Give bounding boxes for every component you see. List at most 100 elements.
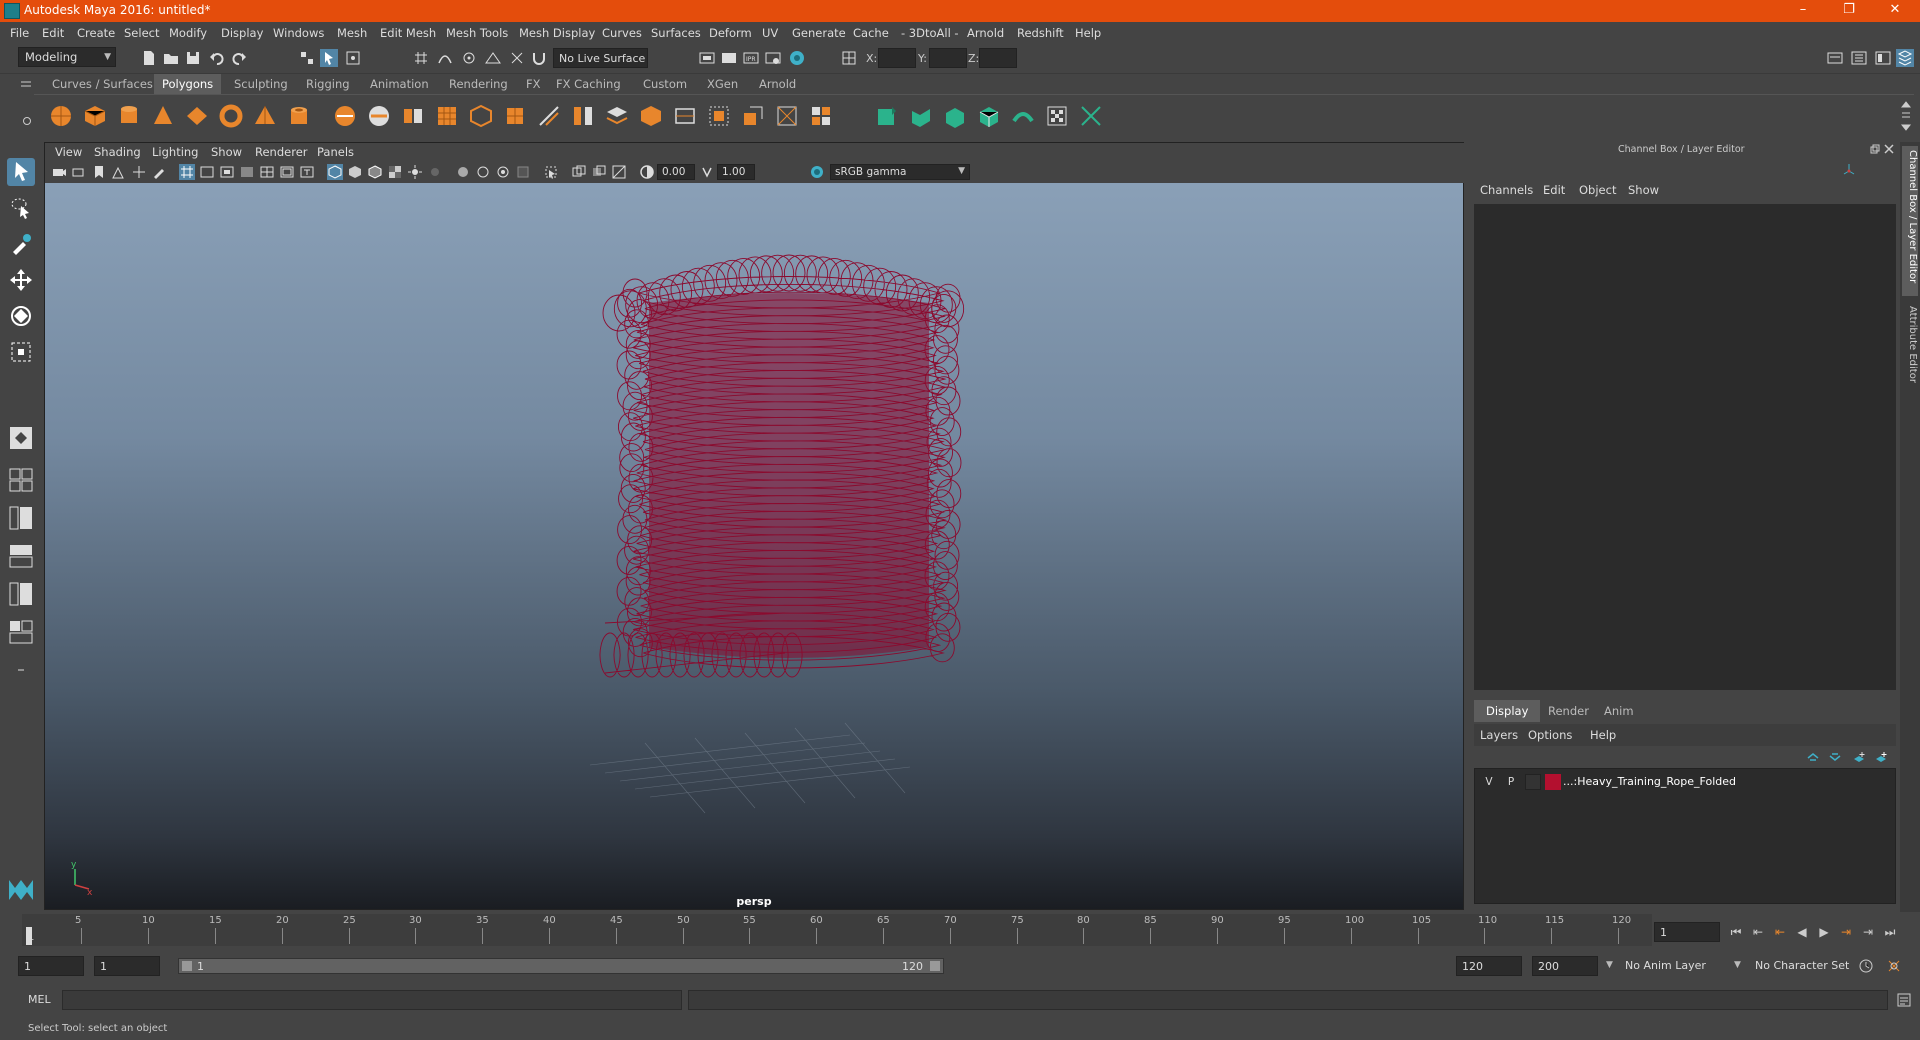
shadows-icon[interactable] (427, 164, 443, 180)
y-field[interactable] (929, 48, 967, 68)
menu-create[interactable]: Create (77, 26, 115, 40)
menu-curves[interactable]: Curves (602, 26, 642, 40)
animation-preferences-icon[interactable] (1886, 958, 1902, 974)
wireframe-on-shaded-icon[interactable] (367, 164, 383, 180)
smooth-icon[interactable] (400, 103, 426, 129)
anti-aliasing-icon[interactable] (495, 164, 511, 180)
menu-3dtoall[interactable]: - 3DtoAll - (901, 26, 959, 40)
vp-menu-lighting[interactable]: Lighting (152, 145, 198, 159)
motion-blur-icon[interactable] (475, 164, 491, 180)
select-object-icon[interactable] (320, 49, 338, 67)
z-field[interactable] (979, 48, 1017, 68)
bridge-icon[interactable] (570, 103, 596, 129)
separate-icon[interactable] (366, 103, 392, 129)
move-tool-icon[interactable] (7, 266, 35, 294)
range-start-handle[interactable] (182, 961, 192, 971)
xray-icon[interactable] (571, 164, 587, 180)
rope-wireframe-mesh[interactable] (599, 254, 965, 678)
extrude-icon[interactable] (502, 103, 528, 129)
tab-rendering[interactable]: Rendering (441, 74, 516, 94)
cb-menu-edit[interactable]: Edit (1543, 183, 1565, 197)
live-surface-field[interactable]: No Live Surface (553, 48, 648, 68)
range-bar[interactable]: 1 120 (178, 958, 944, 974)
vp-menu-renderer[interactable]: Renderer (255, 145, 308, 159)
gamma-icon[interactable] (699, 164, 715, 180)
snap-curve-icon[interactable] (436, 49, 454, 67)
color-management-icon[interactable] (809, 164, 825, 180)
depth-of-field-icon[interactable] (515, 164, 531, 180)
2d-pan-zoom-icon[interactable] (131, 164, 147, 180)
snap-point-icon[interactable] (460, 49, 478, 67)
tab-rigging[interactable]: Rigging (298, 74, 358, 94)
isolate-select-icon[interactable] (543, 164, 559, 180)
viewport-canvas[interactable]: y x persp (45, 183, 1463, 909)
backface-culling-icon[interactable] (611, 164, 627, 180)
chevron-down-icon[interactable]: ▼ (1734, 960, 1741, 970)
tab-display[interactable]: Display (1474, 700, 1541, 722)
textured-icon[interactable] (387, 164, 403, 180)
exposure-field[interactable]: 0.00 (657, 164, 695, 180)
menu-mesh-tools[interactable]: Mesh Tools (446, 26, 508, 40)
cb-menu-object[interactable]: Object (1579, 183, 1616, 197)
bevel-icon[interactable] (604, 103, 630, 129)
exposure-icon[interactable] (639, 164, 655, 180)
menu-file[interactable]: File (10, 26, 29, 40)
select-hierarchy-icon[interactable] (298, 49, 316, 67)
vp-menu-panels[interactable]: Panels (317, 145, 354, 159)
tab-curves-surfaces[interactable]: Curves / Surfaces (44, 74, 161, 94)
menu-display[interactable]: Display (221, 26, 263, 40)
menu-set-select[interactable]: Modeling ▼ (18, 47, 116, 67)
go-to-start-icon[interactable]: ⏮ (1728, 924, 1744, 940)
tab-arnold[interactable]: Arnold (751, 74, 804, 94)
channel-box-body[interactable] (1474, 204, 1896, 690)
color-space-select[interactable]: sRGB gamma ▼ (830, 164, 970, 180)
open-scene-icon[interactable] (162, 49, 180, 67)
ipr-render-icon[interactable]: IPR (742, 49, 760, 67)
gate-mask-icon[interactable] (239, 164, 255, 180)
xray-joints-icon[interactable] (591, 164, 607, 180)
menu-deform[interactable]: Deform (709, 26, 752, 40)
grid-toggle-icon[interactable] (179, 164, 195, 180)
render-frame-icon[interactable] (720, 49, 738, 67)
time-slider[interactable]: 1 5 10 15 20 25 30 35 40 45 50 55 60 65 70 75 80 85 90 95 1… (22, 914, 1652, 946)
paint-select-tool-icon[interactable] (7, 230, 35, 258)
persp-hypershade-layout-icon[interactable] (7, 580, 35, 608)
shelf-scroll[interactable] (1900, 99, 1912, 133)
snap-view-plane-icon[interactable] (484, 49, 502, 67)
tab-anim[interactable]: Anim (1592, 700, 1646, 722)
step-back-key-icon[interactable]: ⇤ (1772, 924, 1788, 940)
cb-menu-channels[interactable]: Channels (1480, 183, 1533, 197)
layer-display-type-toggle[interactable] (1525, 774, 1541, 790)
menu-edit[interactable]: Edit (42, 26, 64, 40)
modeling-toolkit-icon[interactable] (1826, 49, 1844, 67)
undo-icon[interactable] (208, 49, 226, 67)
step-back-icon[interactable]: ⇤ (1750, 924, 1766, 940)
menu-redshift[interactable]: Redshift (1017, 26, 1064, 40)
single-perspective-layout-icon[interactable] (7, 424, 35, 452)
render-settings-icon[interactable] (764, 49, 782, 67)
current-frame-field[interactable]: 1 (1654, 922, 1720, 942)
x-field[interactable] (878, 48, 916, 68)
select-tool-icon[interactable] (7, 158, 35, 186)
side-tab-attribute-editor[interactable]: Attribute Editor (1902, 302, 1918, 402)
automatic-uv-icon[interactable] (774, 103, 800, 129)
tab-sculpting[interactable]: Sculpting (226, 74, 296, 94)
cb-menu-show[interactable]: Show (1628, 183, 1659, 197)
shelf-settings-icon[interactable] (22, 116, 32, 126)
snap-live-icon[interactable] (508, 49, 526, 67)
relax-brush-icon[interactable] (942, 103, 968, 129)
maximize-button[interactable]: ❐ (1826, 0, 1872, 22)
bookmark-icon[interactable] (91, 164, 107, 180)
menu-mesh[interactable]: Mesh (337, 26, 367, 40)
collapse-toolbox-icon[interactable] (7, 656, 35, 684)
ambient-occlusion-icon[interactable] (455, 164, 471, 180)
persp-uv-layout-icon[interactable] (7, 618, 35, 646)
poly-pyramid-icon[interactable] (252, 103, 278, 129)
attribute-editor-toggle-icon[interactable] (1850, 49, 1868, 67)
menu-mesh-display[interactable]: Mesh Display (519, 26, 595, 40)
redo-icon[interactable] (230, 49, 248, 67)
new-scene-icon[interactable] (140, 49, 158, 67)
menu-surfaces[interactable]: Surfaces (651, 26, 701, 40)
uv-editor-icon[interactable] (808, 103, 834, 129)
move-layer-up-icon[interactable] (1806, 750, 1820, 764)
